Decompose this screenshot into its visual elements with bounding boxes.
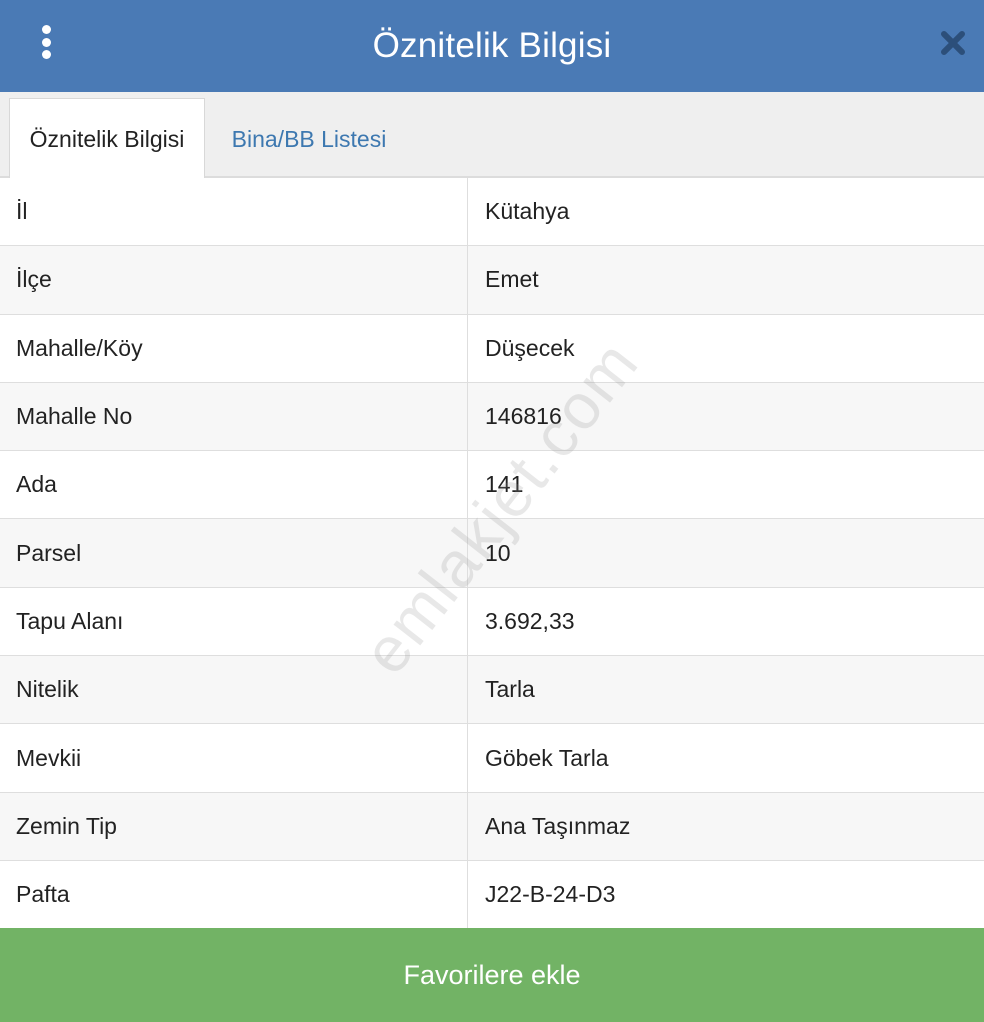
kebab-menu-icon[interactable] xyxy=(30,22,62,62)
dialog-title: Öznitelik Bilgisi xyxy=(372,26,612,65)
attribute-label: İl xyxy=(0,178,468,246)
attribute-label: Zemin Tip xyxy=(0,792,468,860)
table-row: İl Kütahya xyxy=(0,178,984,247)
attribute-value: Göbek Tarla xyxy=(485,744,609,771)
add-to-favorites-button[interactable]: Favorilere ekle xyxy=(0,928,984,1022)
attribute-value: Kütahya xyxy=(485,198,570,225)
table-row: Mahalle/Köy Düşecek xyxy=(0,314,984,383)
table-row: Mahalle No 146816 xyxy=(0,382,984,452)
table-row: İlçe Emet xyxy=(0,246,984,315)
attribute-label: Mevkii xyxy=(0,724,468,792)
attribute-table: İl Kütahya İlçe Emet Mahalle/Köy Düşecek Mahal… xyxy=(0,178,984,930)
attribute-value: 141 xyxy=(485,471,524,498)
attribute-value: J22-B-24-D3 xyxy=(485,881,616,908)
attribute-label: Ada xyxy=(0,451,468,519)
attribute-value: Ana Taşınmaz xyxy=(485,812,631,839)
table-row: Zemin Tip Ana Taşınmaz xyxy=(0,792,984,861)
table-row: Mevkii Göbek Tarla xyxy=(0,724,984,793)
table-row: Pafta J22-B-24-D3 xyxy=(0,860,984,930)
tab-oznitelik-bilgisi[interactable]: Öznitelik Bilgisi xyxy=(9,98,205,180)
tab-bar: Öznitelik Bilgisi Bina/BB Listesi xyxy=(0,92,984,180)
attribute-label: Pafta xyxy=(0,860,468,929)
menu-dot xyxy=(41,50,51,59)
attribute-value: 146816 xyxy=(485,403,562,430)
close-icon[interactable] xyxy=(936,26,970,60)
table-row: Nitelik Tarla xyxy=(0,656,984,725)
table-row: Parsel 10 xyxy=(0,519,984,588)
attribute-value: Tarla xyxy=(485,676,535,703)
menu-dot xyxy=(41,25,51,34)
attribute-label: Tapu Alanı xyxy=(0,587,468,656)
attribute-label: İlçe xyxy=(0,246,468,314)
dialog-header: Öznitelik Bilgisi xyxy=(0,0,984,92)
menu-dot xyxy=(41,37,51,47)
attribute-value: Düşecek xyxy=(485,334,575,361)
attribute-value: Emet xyxy=(485,266,539,293)
attribute-value: 3.692,33 xyxy=(485,607,575,634)
attribute-label: Mahalle No xyxy=(0,382,468,451)
attribute-label: Parsel xyxy=(0,519,468,587)
attribute-label: Mahalle/Köy xyxy=(0,314,468,382)
attribute-value: 10 xyxy=(485,539,511,566)
tab-bina-bb-listesi[interactable]: Bina/BB Listesi xyxy=(214,98,404,180)
table-row: Tapu Alanı 3.692,33 xyxy=(0,587,984,657)
attribute-label: Nitelik xyxy=(0,656,468,724)
close-x-glyph xyxy=(941,31,965,55)
table-row: Ada 141 xyxy=(0,451,984,520)
